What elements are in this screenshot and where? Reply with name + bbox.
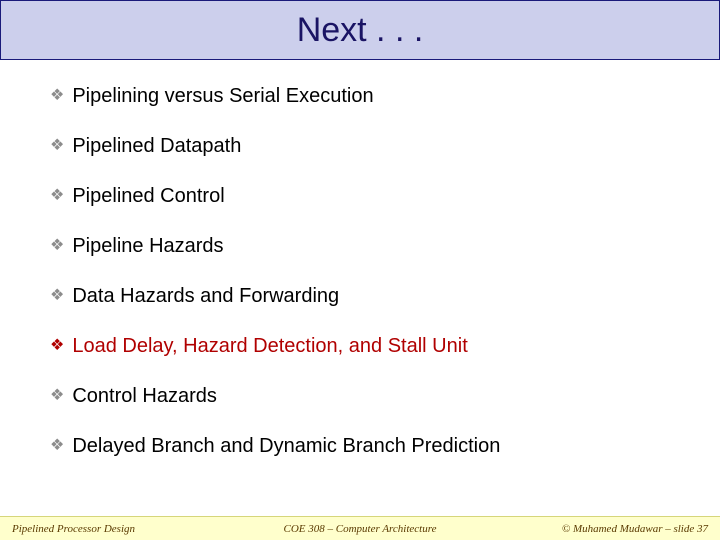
footer-center-text: COE 308 – Computer Architecture xyxy=(244,523,476,535)
list-item: ❖ Pipelined Datapath xyxy=(50,134,670,158)
slide-footer: Pipelined Processor Design COE 308 – Com… xyxy=(0,516,720,540)
bullet-label: Pipeline Hazards xyxy=(72,234,223,258)
slide-content: ❖ Pipelining versus Serial Execution ❖ P… xyxy=(0,60,720,458)
title-bar: Next . . . xyxy=(0,0,720,60)
bullet-label: Control Hazards xyxy=(72,384,217,408)
diamond-bullet-icon: ❖ xyxy=(50,84,64,108)
diamond-bullet-icon: ❖ xyxy=(50,334,64,358)
bullet-label: Delayed Branch and Dynamic Branch Predic… xyxy=(72,434,500,458)
list-item: ❖ Pipeline Hazards xyxy=(50,234,670,258)
bullet-label: Load Delay, Hazard Detection, and Stall … xyxy=(72,334,467,358)
bullet-label: Pipelined Control xyxy=(72,184,224,208)
diamond-bullet-icon: ❖ xyxy=(50,284,64,308)
list-item: ❖ Pipelined Control xyxy=(50,184,670,208)
list-item: ❖ Pipelining versus Serial Execution xyxy=(50,84,670,108)
diamond-bullet-icon: ❖ xyxy=(50,434,64,458)
diamond-bullet-icon: ❖ xyxy=(50,184,64,208)
footer-right-text: © Muhamed Mudawar – slide 37 xyxy=(476,523,708,535)
list-item: ❖ Delayed Branch and Dynamic Branch Pred… xyxy=(50,434,670,458)
list-item: ❖ Data Hazards and Forwarding xyxy=(50,284,670,308)
slide-title: Next . . . xyxy=(297,11,424,50)
bullet-label: Data Hazards and Forwarding xyxy=(72,284,339,308)
diamond-bullet-icon: ❖ xyxy=(50,134,64,158)
diamond-bullet-icon: ❖ xyxy=(50,384,64,408)
bullet-label: Pipelined Datapath xyxy=(72,134,241,158)
list-item: ❖ Load Delay, Hazard Detection, and Stal… xyxy=(50,334,670,358)
list-item: ❖ Control Hazards xyxy=(50,384,670,408)
bullet-label: Pipelining versus Serial Execution xyxy=(72,84,373,108)
footer-left-text: Pipelined Processor Design xyxy=(12,523,244,535)
diamond-bullet-icon: ❖ xyxy=(50,234,64,258)
